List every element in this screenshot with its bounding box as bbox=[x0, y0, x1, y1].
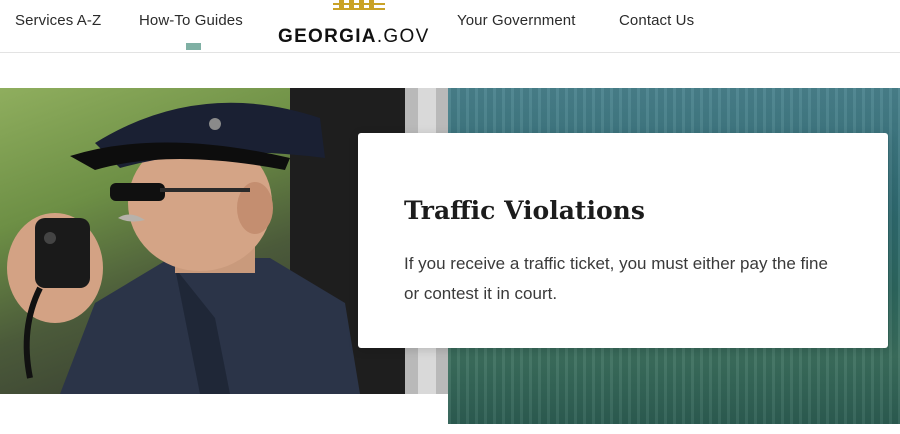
logo-text-gov: .GOV bbox=[376, 26, 430, 47]
capitol-dome-icon bbox=[333, 0, 385, 10]
logo-wordmark: GEORGIA.GOV bbox=[278, 26, 430, 48]
hero-title: Traffic Violations bbox=[404, 196, 645, 225]
nav-services-a-z[interactable]: Services A-Z bbox=[15, 12, 101, 29]
nav-your-government[interactable]: Your Government bbox=[457, 12, 576, 29]
georgia-gov-logo[interactable]: GEORGIA.GOV bbox=[278, 0, 440, 53]
nav-how-to-guides[interactable]: How-To Guides bbox=[139, 12, 243, 29]
hero-description: If you receive a traffic ticket, you mus… bbox=[404, 254, 828, 303]
nav-contact-us[interactable]: Contact Us bbox=[619, 12, 694, 29]
page: Services A-Z How-To Guides GEORGIA.GOV Y… bbox=[0, 0, 900, 434]
hero-card: Traffic Violations If you receive a traf… bbox=[358, 133, 888, 348]
site-header: Services A-Z How-To Guides GEORGIA.GOV Y… bbox=[0, 0, 900, 53]
active-nav-indicator bbox=[186, 43, 201, 50]
logo-text-georgia: GEORGIA bbox=[278, 26, 377, 47]
